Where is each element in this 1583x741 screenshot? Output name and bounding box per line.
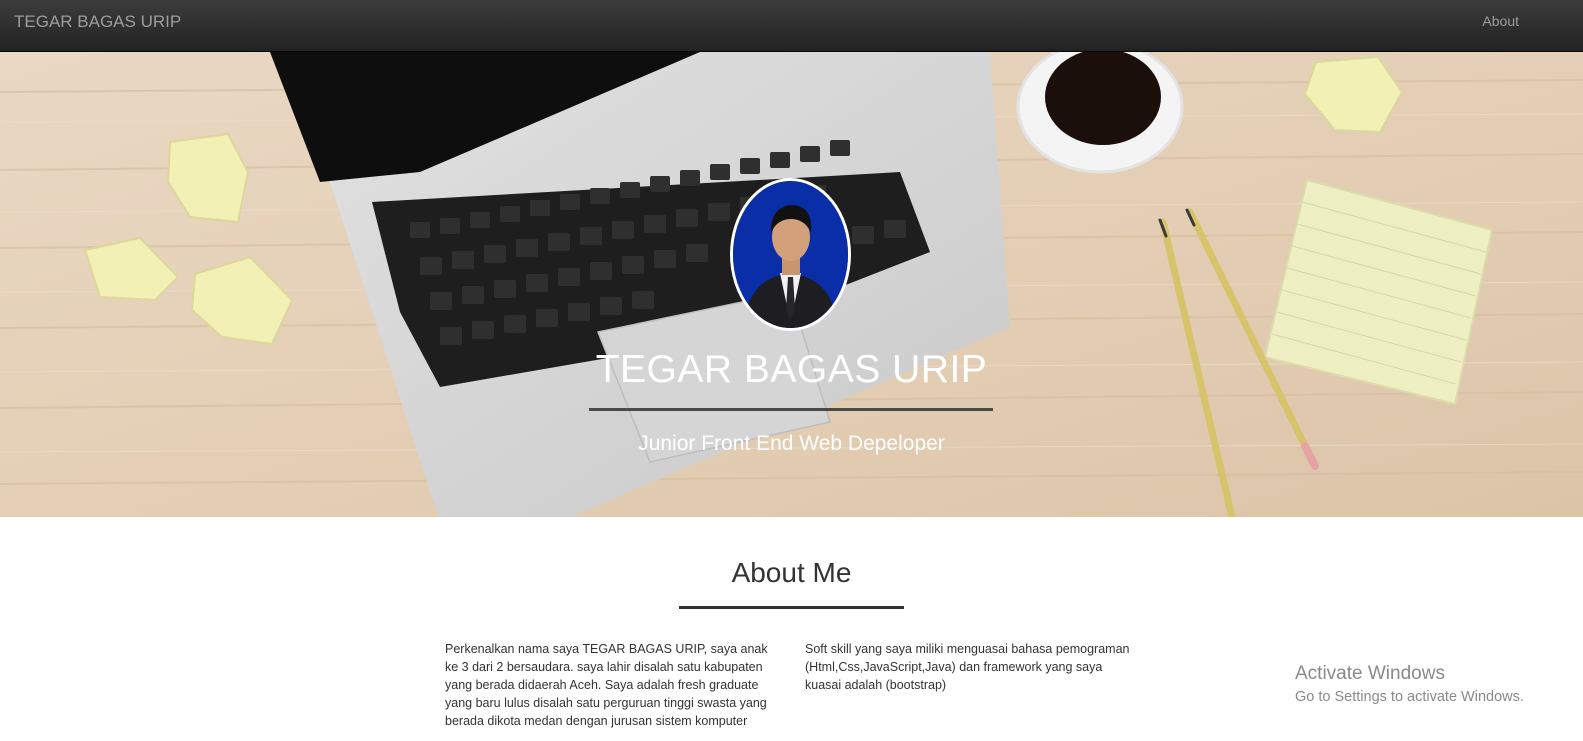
navbar-brand[interactable]: TEGAR BAGAS URIP xyxy=(14,12,181,32)
navbar: TEGAR BAGAS URIP About xyxy=(0,0,1583,52)
activate-windows-title: Activate Windows xyxy=(1295,663,1445,684)
profile-photo xyxy=(730,178,851,331)
hero-section: TEGAR BAGAS URIP Junior Front End Web De… xyxy=(0,52,1583,517)
about-divider xyxy=(679,606,904,609)
nav-link-about[interactable]: About xyxy=(1482,13,1519,29)
activate-windows-subtitle: Go to Settings to activate Windows. xyxy=(1295,689,1524,705)
about-title: About Me xyxy=(731,557,852,588)
about-right-paragraph: Soft skill yang saya miliki menguasai ba… xyxy=(805,642,1130,692)
hero-title: TEGAR BAGAS URIP xyxy=(595,348,988,391)
about-left-paragraph: Perkenalkan nama saya TEGAR BAGAS URIP, … xyxy=(445,642,768,728)
hero-subtitle: Junior Front End Web Depeloper xyxy=(638,432,945,455)
hero-divider xyxy=(589,408,993,411)
